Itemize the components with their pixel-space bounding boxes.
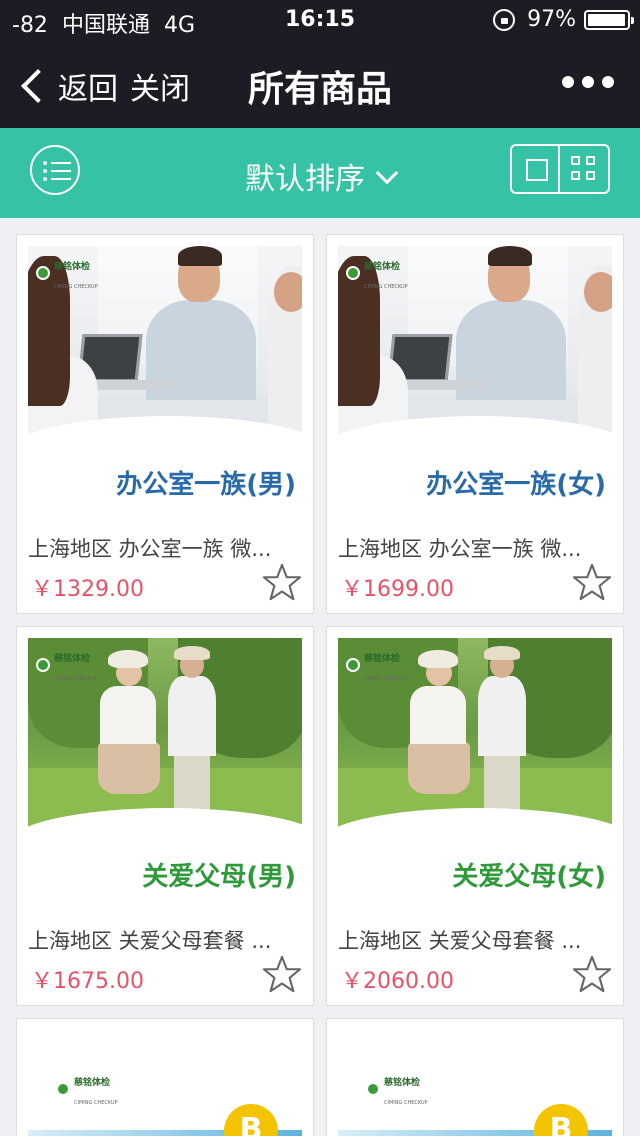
brand-logo-text: 慈铭体检 xyxy=(54,654,91,664)
brand-mark-icon xyxy=(346,266,360,280)
product-card[interactable]: 慈铭体检 CIMING CHECKUP B xyxy=(326,1018,624,1136)
nav-bar: 返回 关闭 所有商品 xyxy=(0,40,640,128)
more-menu-button[interactable] xyxy=(562,76,614,88)
product-price: ￥1675.00 xyxy=(31,969,144,994)
brand-logo: 慈铭体检 CIMING CHECKUP xyxy=(36,254,98,292)
brand-logo-subtext: CIMING CHECKUP xyxy=(54,676,98,682)
favorite-star-icon[interactable] xyxy=(263,955,301,993)
brand-mark-icon xyxy=(56,1082,70,1096)
more-dot-icon xyxy=(582,76,594,88)
favorite-star-icon[interactable] xyxy=(573,563,611,601)
battery-fill xyxy=(588,13,625,26)
brand-logo-subtext: CIMING CHECKUP xyxy=(364,676,408,682)
more-dot-icon xyxy=(562,76,574,88)
brand-logo: 慈铭体检 CIMING CHECKUP xyxy=(346,646,408,684)
product-image: 慈铭体检 CIMING CHECKUP B xyxy=(28,1030,302,1136)
chevron-down-icon xyxy=(375,161,399,185)
battery-percent: 97% xyxy=(527,7,576,32)
sort-label: 默认排序 xyxy=(245,162,365,197)
product-image: 慈铭体检 CIMING CHECKUP B xyxy=(338,1030,612,1136)
product-card[interactable]: 慈铭体检 CIMING CHECKUP B xyxy=(16,1018,314,1136)
brand-logo-text: 慈铭体检 xyxy=(74,1078,111,1088)
page-title: 所有商品 xyxy=(247,69,392,110)
grid-cell-icon xyxy=(586,156,595,165)
grid-cell-icon xyxy=(586,171,595,180)
brand-logo-text: 慈铭体检 xyxy=(54,262,91,272)
brand-logo-subtext: CIMING CHECKUP xyxy=(364,284,408,290)
product-banner: 办公室一族(女) xyxy=(426,470,606,500)
product-banner: 关爱父母(女) xyxy=(452,862,606,892)
favorite-star-icon[interactable] xyxy=(263,563,301,601)
product-image: 慈铭体检 CIMING CHECKUP 办公室一族(男) xyxy=(28,246,302,520)
product-image: 慈铭体检 CIMING CHECKUP 关爱父母(男) xyxy=(28,638,302,912)
product-badge: B xyxy=(534,1104,588,1136)
brand-logo-subtext: CIMING CHECKUP xyxy=(74,1100,118,1106)
brand-mark-icon xyxy=(366,1082,380,1096)
brand-logo-subtext: CIMING CHECKUP xyxy=(384,1100,428,1106)
product-banner: 办公室一族(男) xyxy=(116,470,296,500)
product-name: 上海地区 办公室一族 微... xyxy=(338,537,582,561)
product-price: ￥1699.00 xyxy=(341,577,454,602)
product-badge: B xyxy=(224,1104,278,1136)
product-card[interactable]: 慈铭体检 CIMING CHECKUP 办公室一族(女) 上海地区 办公室一族 微… xyxy=(326,234,624,614)
brand-logo-subtext: CIMING CHECKUP xyxy=(54,284,98,290)
brand-logo: 慈铭体检 CIMING CHECKUP xyxy=(36,646,98,684)
brand-logo: 慈铭体检 CIMING CHECKUP xyxy=(346,254,408,292)
product-card[interactable]: 慈铭体检 CIMING CHECKUP 办公室一族(男) 上海地区 办公室一族 微… xyxy=(16,234,314,614)
view-toggle xyxy=(510,144,610,194)
product-image: 慈铭体检 CIMING CHECKUP 办公室一族(女) xyxy=(338,246,612,520)
product-name: 上海地区 关爱父母套餐 ... xyxy=(338,929,582,953)
brand-logo-text: 慈铭体检 xyxy=(364,262,401,272)
more-dot-icon xyxy=(602,76,614,88)
filter-bar: 默认排序 xyxy=(0,128,640,218)
product-banner: 关爱父母(男) xyxy=(142,862,296,892)
battery-icon xyxy=(584,9,634,30)
brand-mark-icon xyxy=(36,658,50,672)
brand-mark-icon xyxy=(36,266,50,280)
single-view-button[interactable] xyxy=(512,146,560,192)
status-bar: -82 中国联通 4G 16:15 97% xyxy=(0,0,640,40)
grid-cell-icon xyxy=(571,156,580,165)
brand-logo: 慈铭体检 CIMING CHECKUP xyxy=(366,1070,428,1108)
product-name: 上海地区 关爱父母套餐 ... xyxy=(28,929,272,953)
brand-logo: 慈铭体检 CIMING CHECKUP xyxy=(56,1070,118,1108)
product-card[interactable]: 慈铭体检 CIMING CHECKUP 关爱父母(女) 上海地区 关爱父母套餐 .… xyxy=(326,626,624,1006)
product-name: 上海地区 办公室一族 微... xyxy=(28,537,272,561)
brand-logo-text: 慈铭体检 xyxy=(384,1078,421,1088)
rotation-lock-icon xyxy=(493,8,516,31)
brand-mark-icon xyxy=(346,658,360,672)
brand-logo-text: 慈铭体检 xyxy=(364,654,401,664)
product-image: 慈铭体检 CIMING CHECKUP 关爱父母(女) xyxy=(338,638,612,912)
status-right: 97% xyxy=(493,7,634,32)
product-card[interactable]: 慈铭体检 CIMING CHECKUP 关爱父母(男) 上海地区 关爱父母套餐 .… xyxy=(16,626,314,1006)
grid-cell-icon xyxy=(571,171,580,180)
favorite-star-icon[interactable] xyxy=(573,955,611,993)
product-price: ￥2060.00 xyxy=(341,969,454,994)
product-price: ￥1329.00 xyxy=(31,577,144,602)
grid-view-button[interactable] xyxy=(560,146,608,192)
